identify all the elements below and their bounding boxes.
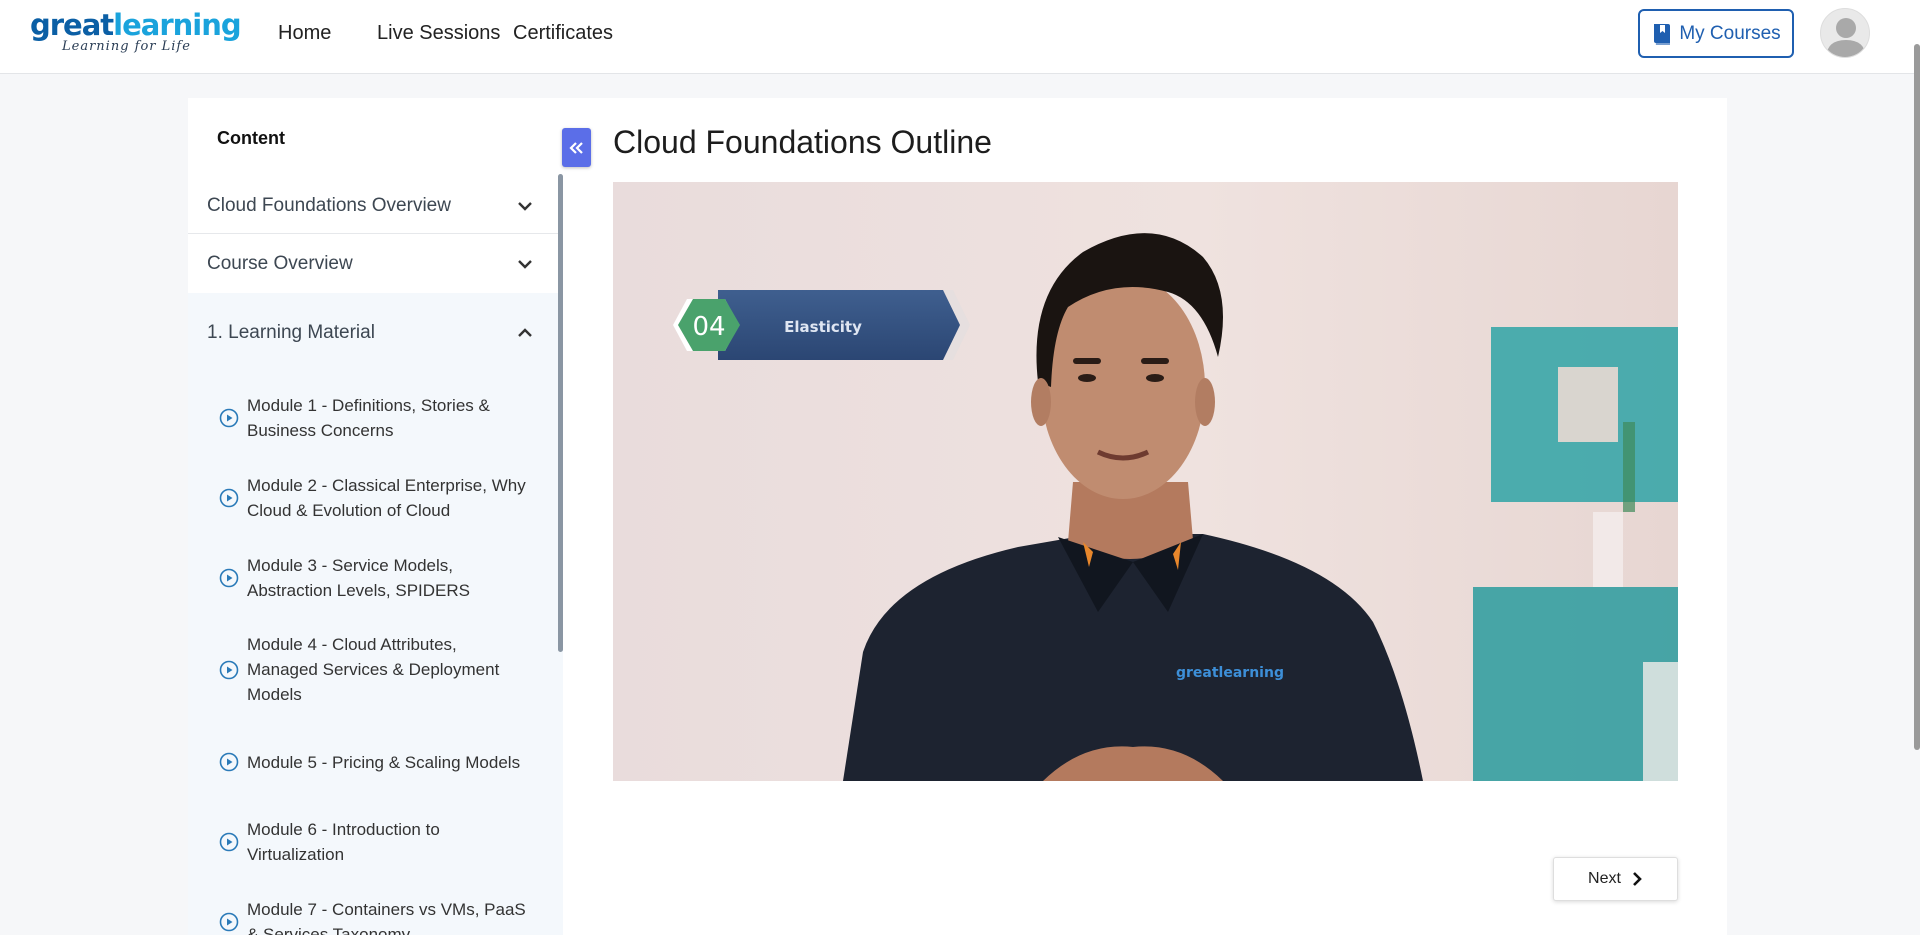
video-frame: greatlearning 04 Elasticity — [613, 182, 1678, 781]
next-button[interactable]: Next — [1553, 857, 1678, 901]
section-learning-material[interactable]: 1. Learning Material — [188, 293, 563, 373]
play-circle-icon — [219, 408, 239, 428]
my-courses-label: My Courses — [1679, 22, 1781, 44]
play-circle-icon — [219, 660, 239, 679]
play-circle-icon — [219, 488, 239, 508]
module-title: Module 5 - Pricing & Scaling Models — [247, 752, 521, 772]
module-title: Module 3 - Service Models, Abstraction L… — [247, 556, 470, 600]
module-list: Module 1 - Definitions, Stories & Busine… — [188, 373, 563, 935]
chevron-down-icon — [518, 201, 532, 211]
module-item[interactable]: Module 2 - Classical Enterprise, Why Clo… — [188, 473, 563, 523]
my-courses-button[interactable]: My Courses — [1638, 9, 1794, 58]
play-circle-icon — [219, 912, 239, 932]
section-label: 1. Learning Material — [207, 322, 375, 343]
logo-wordmark: greatlearning — [30, 8, 242, 42]
sidebar-title: Content — [217, 128, 285, 148]
module-title: Module 4 - Cloud Attributes, Managed Ser… — [247, 635, 500, 704]
module-title: Module 1 - Definitions, Stories & Busine… — [247, 396, 490, 440]
double-chevron-left-icon — [568, 141, 583, 154]
main-content: Cloud Foundations Outline greatlearning … — [563, 98, 1727, 935]
greatlearning-logo[interactable]: greatlearning Learning for Life — [30, 8, 242, 54]
nav-certificates[interactable]: Certificates — [513, 22, 613, 45]
play-circle-icon — [219, 568, 239, 588]
section-course-overview[interactable]: Course Overview — [188, 235, 563, 293]
user-avatar[interactable] — [1820, 8, 1870, 58]
module-item[interactable]: Module 4 - Cloud Attributes, Managed Ser… — [188, 632, 563, 707]
chevron-up-icon — [518, 328, 532, 337]
top-navbar: greatlearning Learning for Life Home Liv… — [0, 0, 1920, 74]
collapse-sidebar-button[interactable] — [562, 128, 591, 167]
content-sidebar: Content Cloud Foundations Overview Cours… — [188, 98, 563, 935]
module-item[interactable]: Module 6 - Introduction to Virtualizatio… — [188, 817, 563, 867]
module-item[interactable]: Module 3 - Service Models, Abstraction L… — [188, 553, 563, 603]
module-title: Module 6 - Introduction to Virtualizatio… — [247, 820, 440, 864]
chevron-right-icon — [1633, 872, 1642, 886]
module-title: Module 7 - Containers vs VMs, PaaS & Ser… — [247, 900, 526, 935]
module-title: Module 2 - Classical Enterprise, Why Clo… — [247, 476, 526, 520]
next-label: Next — [1588, 870, 1621, 887]
nav-live-sessions[interactable]: Live Sessions — [377, 22, 500, 45]
page-title: Cloud Foundations Outline — [613, 124, 992, 160]
badge-number: 04 — [692, 312, 725, 342]
section-label: Course Overview — [207, 253, 353, 274]
section-label: Cloud Foundations Overview — [207, 194, 451, 216]
play-circle-icon — [219, 752, 239, 772]
nav-home[interactable]: Home — [278, 22, 331, 45]
module-item[interactable]: Module 7 - Containers vs VMs, PaaS & Ser… — [188, 897, 563, 935]
video-player[interactable]: greatlearning 04 Elasticity — [613, 182, 1678, 781]
book-icon — [1654, 23, 1671, 45]
page-scrollbar[interactable] — [1914, 44, 1920, 750]
badge-label: Elasticity — [784, 318, 862, 336]
module-item[interactable]: Module 1 - Definitions, Stories & Busine… — [188, 393, 563, 443]
shirt-logo-text: greatlearning — [1176, 665, 1284, 681]
section-cloud-foundations-overview[interactable]: Cloud Foundations Overview — [188, 178, 563, 234]
user-icon — [1826, 18, 1866, 57]
play-circle-icon — [219, 832, 239, 852]
chevron-down-icon — [518, 260, 532, 269]
module-item[interactable]: Module 5 - Pricing & Scaling Models — [188, 737, 563, 787]
